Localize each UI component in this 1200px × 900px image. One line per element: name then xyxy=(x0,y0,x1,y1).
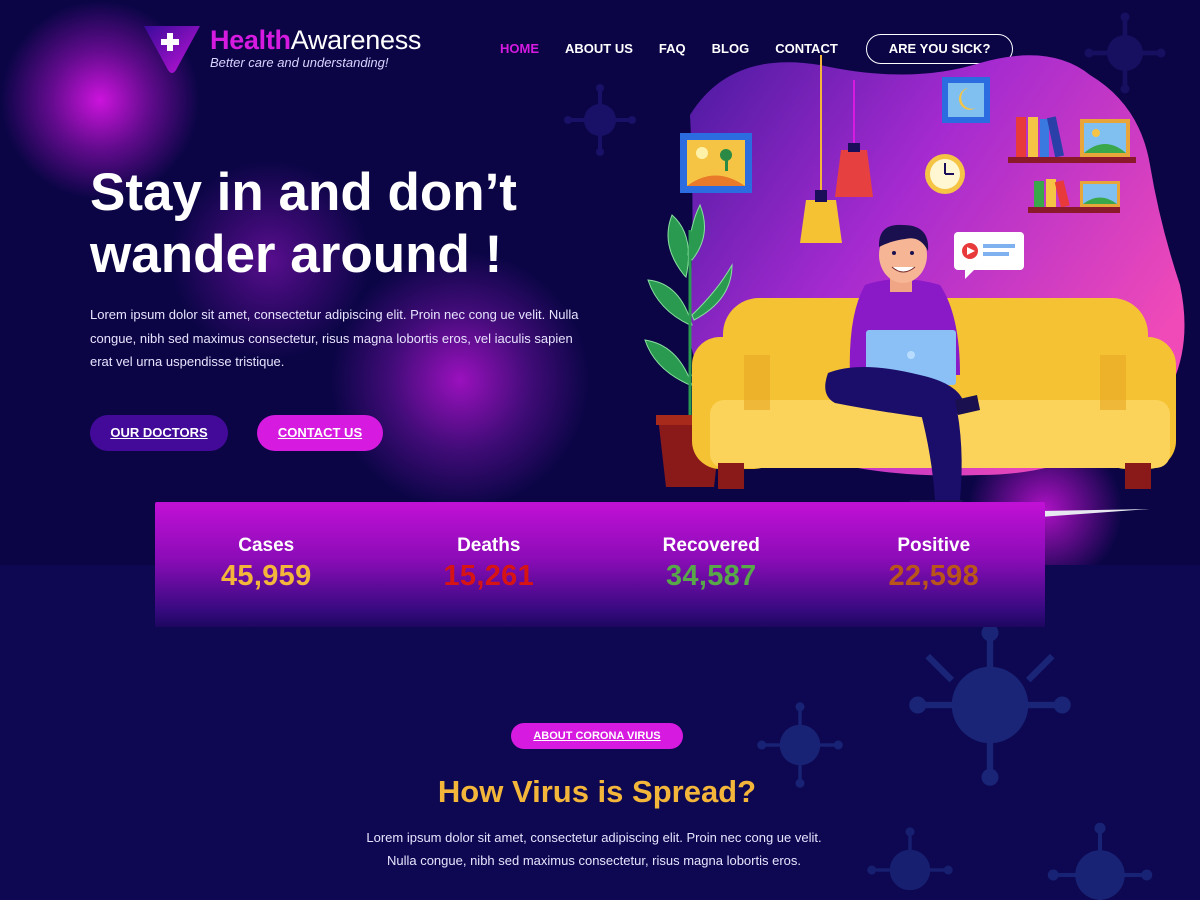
stat-label: Positive xyxy=(897,535,971,556)
stat-recovered: Recovered 34,587 xyxy=(600,502,823,627)
contact-us-button[interactable]: CONTACT US xyxy=(257,415,383,451)
section-description: Lorem ipsum dolor sit amet, consectetur … xyxy=(366,830,822,868)
stat-label: Deaths xyxy=(457,535,521,556)
logo-plus-icon xyxy=(142,22,202,74)
stat-label: Recovered xyxy=(662,535,760,556)
stat-value: 34,587 xyxy=(666,560,757,592)
stats-panel: Cases 45,959 Deaths 15,261 Recovered 34,… xyxy=(155,502,1045,627)
stat-cases: Cases 45,959 xyxy=(155,502,378,627)
stat-positive: Positive 22,598 xyxy=(823,502,1046,627)
hero-illustration xyxy=(644,55,1185,517)
section-title: How Virus is Spread? xyxy=(437,774,757,809)
brand-tagline: Better care and understanding! xyxy=(210,55,389,70)
stat-value: 22,598 xyxy=(888,560,979,592)
nav-home[interactable]: HOME xyxy=(500,34,539,64)
brand-name: HealthAwareness xyxy=(210,25,422,55)
brand-logo[interactable]: HealthAwareness Better care and understa… xyxy=(142,22,421,74)
hero-title: Stay in and don’t wander around ! xyxy=(90,163,517,284)
stat-deaths: Deaths 15,261 xyxy=(378,502,601,627)
hero-description: Lorem ipsum dolor sit amet, consectetur … xyxy=(90,307,579,369)
page: HealthAwareness Better care and understa… xyxy=(0,0,1200,900)
stat-value: 15,261 xyxy=(443,560,534,592)
stat-value: 45,959 xyxy=(221,560,312,592)
about-corona-virus-pill[interactable]: ABOUT CORONA VIRUS xyxy=(511,723,683,749)
glow-decoration xyxy=(330,250,590,510)
our-doctors-button[interactable]: OUR DOCTORS xyxy=(90,415,228,451)
stat-label: Cases xyxy=(238,535,295,556)
